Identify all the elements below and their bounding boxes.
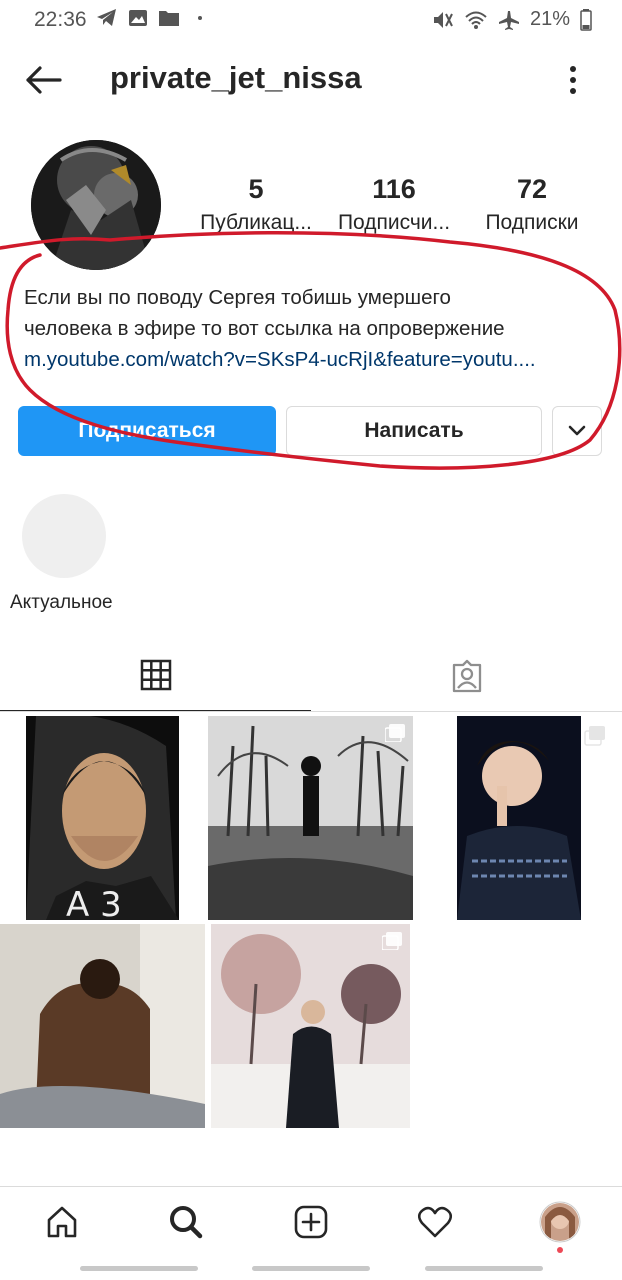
post-image [211, 924, 410, 1128]
status-time: 22:36 [34, 8, 87, 31]
nav-activity[interactable] [411, 1198, 459, 1246]
gesture-bar [425, 1266, 543, 1271]
posts-count: 5 [248, 174, 264, 204]
stat-followers[interactable]: 116 Подписчи... [324, 174, 464, 235]
post-thumbnail[interactable] [211, 924, 410, 1128]
highlight-circle[interactable] [22, 494, 106, 578]
status-right-icons: 21% [432, 8, 592, 31]
folder-icon [159, 11, 179, 26]
more-vertical-icon [570, 66, 576, 94]
highlight-label: Актуальное [10, 592, 113, 613]
multiple-posts-icon [385, 724, 405, 742]
wifi-icon [465, 11, 487, 29]
back-button[interactable] [24, 62, 64, 98]
follow-button[interactable]: Подписаться [18, 406, 276, 456]
posts-label: Публикац... [200, 211, 312, 234]
post-image [0, 924, 205, 1128]
battery-icon [580, 8, 592, 31]
tab-posts-grid[interactable] [0, 640, 311, 712]
chevron-down-icon [568, 425, 586, 436]
nav-search[interactable] [162, 1198, 210, 1246]
profile-avatar-icon [539, 1201, 581, 1243]
status-left-icons [96, 8, 210, 28]
suggested-dropdown-button[interactable] [552, 406, 602, 456]
dot-icon [198, 16, 202, 20]
grid-icon [140, 659, 171, 691]
more-options-button[interactable] [558, 62, 588, 98]
stat-posts[interactable]: 5 Публикац... [186, 174, 326, 235]
post-image [457, 716, 581, 920]
nav-new-post[interactable] [287, 1198, 335, 1246]
followers-label: Подписчи... [337, 211, 451, 234]
post-thumbnail[interactable] [0, 924, 205, 1128]
avatar-image [31, 140, 161, 270]
search-icon [170, 1206, 203, 1239]
gesture-bar [252, 1266, 370, 1271]
following-label: Подписки [485, 211, 579, 234]
battery-percent: 21% [529, 8, 570, 30]
add-icon [294, 1205, 328, 1239]
profile-avatar[interactable] [31, 140, 161, 270]
nav-home[interactable] [38, 1198, 86, 1246]
back-arrow-icon [26, 66, 62, 94]
bio-line: Если вы по поводу Сергея тобишь умершего [24, 286, 451, 309]
post-image: A 3 [26, 716, 179, 920]
heart-icon [417, 1206, 453, 1238]
airplane-icon [498, 10, 519, 30]
post-thumbnail[interactable]: A 3 [26, 716, 179, 920]
status-bar: 22:36 21% [0, 0, 622, 40]
post-thumbnail[interactable] [457, 716, 581, 920]
telegram-icon [97, 9, 116, 26]
following-count: 72 [516, 174, 548, 204]
bottom-nav-divider [0, 1186, 622, 1187]
tabs-divider [0, 711, 622, 712]
followers-count: 116 [372, 174, 416, 204]
image-icon [129, 10, 147, 26]
nav-profile[interactable] [536, 1198, 584, 1246]
profile-bio: Если вы по поводу Сергея тобишь умершего… [24, 282, 604, 375]
multiple-posts-icon [584, 726, 606, 746]
tab-tagged[interactable] [311, 640, 622, 712]
stat-following[interactable]: 72 Подписки [462, 174, 602, 235]
profile-username: private_jet_nissa [110, 60, 362, 95]
gesture-bar [80, 1266, 198, 1271]
mute-icon [433, 11, 453, 28]
home-icon [47, 1206, 77, 1238]
bio-link[interactable]: m.youtube.com/watch?v=SKsP4-ucRjI&featur… [24, 344, 599, 375]
notification-dot [557, 1247, 563, 1253]
message-button[interactable]: Написать [286, 406, 542, 456]
post-thumbnail[interactable] [208, 716, 413, 920]
svg-text:A 3: A 3 [66, 885, 122, 920]
bio-line: человека в эфире то вот ссылка на опрове… [24, 317, 505, 340]
tagged-icon [452, 659, 481, 693]
multiple-posts-icon [382, 932, 402, 950]
post-image [208, 716, 413, 920]
